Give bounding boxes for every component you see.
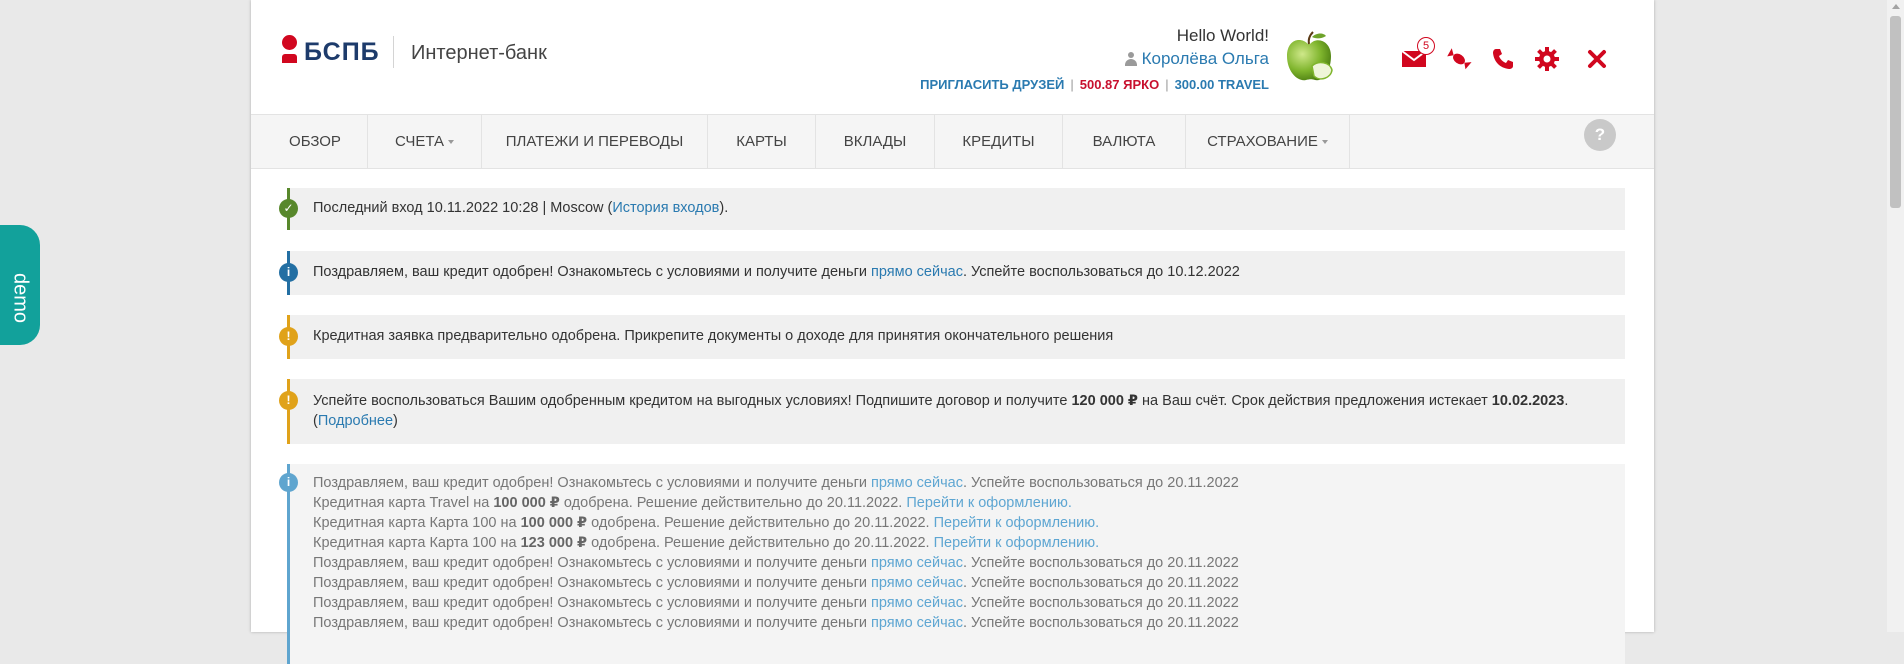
nav-accounts[interactable]: СЧЕТА <box>368 115 482 168</box>
divider: | <box>1165 77 1169 92</box>
chevron-down-icon <box>448 140 454 145</box>
scroll-up-icon[interactable] <box>1892 4 1900 9</box>
list-item: Кредитная карта Travel на 100 000 ₽ одоб… <box>313 495 1072 511</box>
check-icon: ✓ <box>279 199 298 218</box>
list-item: Поздравляем, ваш кредит одобрен! Ознаком… <box>313 475 1239 491</box>
scrollbar-thumb[interactable] <box>1890 16 1901 208</box>
candy-icon[interactable] <box>1446 46 1472 72</box>
logo-subtitle: Интернет-банк <box>411 42 547 64</box>
help-button[interactable]: ? <box>1584 119 1616 151</box>
last-login-alert: ✓ Последний вход 10.11.2022 10:28 | Mosc… <box>279 188 1625 230</box>
login-history-link[interactable]: История входов <box>612 200 719 216</box>
list-item: Поздравляем, ваш кредит одобрен! Ознаком… <box>313 575 1239 591</box>
logo-divider <box>393 36 394 68</box>
bank-logo[interactable]: БСПБ <box>282 35 380 69</box>
get-money-link[interactable]: прямо сейчас <box>871 615 963 631</box>
apply-card-link[interactable]: Перейти к оформлению. <box>934 535 1099 551</box>
credit-approved-alert: i Поздравляем, ваш кредит одобрен! Ознак… <box>279 251 1625 295</box>
user-name-link[interactable]: Королёва Ольга <box>1124 49 1269 69</box>
list-item: Поздравляем, ваш кредит одобрен! Ознаком… <box>313 595 1239 611</box>
greeting: Hello World! <box>1176 26 1269 45</box>
logo-mark <box>282 35 298 69</box>
mail-badge: 5 <box>1417 37 1435 55</box>
nav-overview[interactable]: ОБЗОР <box>263 115 368 168</box>
get-money-link[interactable]: прямо сейчас <box>871 595 963 611</box>
bonus-bar: ПРИГЛАСИТЬ ДРУЗЕЙ | 500.87 ЯРКО | 300.00… <box>920 77 1269 92</box>
list-item: Поздравляем, ваш кредит одобрен! Ознаком… <box>313 555 1239 571</box>
invite-friends-link[interactable]: ПРИГЛАСИТЬ ДРУЗЕЙ <box>920 77 1064 92</box>
divider: | <box>1070 77 1074 92</box>
list-item: Поздравляем, ваш кредит одобрен! Ознаком… <box>313 615 1239 631</box>
scrollbar[interactable] <box>1887 0 1904 632</box>
prelim-approval-alert: ! Кредитная заявка предварительно одобре… <box>279 315 1625 359</box>
list-item: Кредитная карта Карта 100 на 123 000 ₽ о… <box>313 535 1100 551</box>
close-icon[interactable] <box>1584 46 1610 72</box>
chevron-down-icon <box>1321 140 1328 145</box>
logo-text: БСПБ <box>304 37 380 66</box>
gear-icon[interactable] <box>1534 46 1560 72</box>
apply-card-link[interactable]: Перейти к оформлению. <box>906 495 1071 511</box>
page-container: БСПБ Интернет-банк Hello World! Королёва… <box>251 0 1654 664</box>
info-icon: i <box>279 263 298 282</box>
credit-offer-alert: ! Успейте воспользоваться Вашим одобренн… <box>279 379 1625 444</box>
avatar[interactable] <box>1284 30 1334 86</box>
list-item: Кредитная карта Карта 100 на 100 000 ₽ о… <box>313 515 1100 531</box>
travel-balance[interactable]: 300.00 TRAVEL <box>1175 77 1269 92</box>
nav-insurance[interactable]: СТРАХОВАНИЕ <box>1186 115 1350 168</box>
warning-icon: ! <box>279 391 298 410</box>
get-money-link[interactable]: прямо сейчас <box>871 575 963 591</box>
mail-icon[interactable]: 5 <box>1401 37 1435 72</box>
get-money-link[interactable]: прямо сейчас <box>871 475 963 491</box>
user-icon <box>1124 52 1138 66</box>
nav-cards[interactable]: КАРТЫ <box>708 115 816 168</box>
info-icon: i <box>279 473 298 492</box>
demo-label: demo <box>9 273 32 324</box>
offers-list-alert: i Поздравляем, ваш кредит одобрен! Ознак… <box>279 464 1625 664</box>
warning-icon: ! <box>279 327 298 346</box>
nav-credits[interactable]: КРЕДИТЫ <box>935 115 1063 168</box>
demo-tab[interactable]: demo <box>0 225 40 345</box>
nav-deposits[interactable]: ВКЛАДЫ <box>816 115 935 168</box>
phone-icon[interactable] <box>1490 46 1516 72</box>
main-nav: ОБЗОР СЧЕТА ПЛАТЕЖИ И ПЕРЕВОДЫ КАРТЫ ВКЛ… <box>251 114 1654 169</box>
more-details-link[interactable]: Подробнее <box>318 413 393 429</box>
user-name[interactable]: Королёва Ольга <box>1142 49 1269 69</box>
get-money-link[interactable]: прямо сейчас <box>871 555 963 571</box>
yarko-balance[interactable]: 500.87 ЯРКО <box>1080 77 1159 92</box>
apply-card-link[interactable]: Перейти к оформлению. <box>934 515 1099 531</box>
get-money-link[interactable]: прямо сейчас <box>871 264 963 280</box>
nav-currency[interactable]: ВАЛЮТА <box>1063 115 1186 168</box>
nav-payments[interactable]: ПЛАТЕЖИ И ПЕРЕВОДЫ <box>482 115 708 168</box>
